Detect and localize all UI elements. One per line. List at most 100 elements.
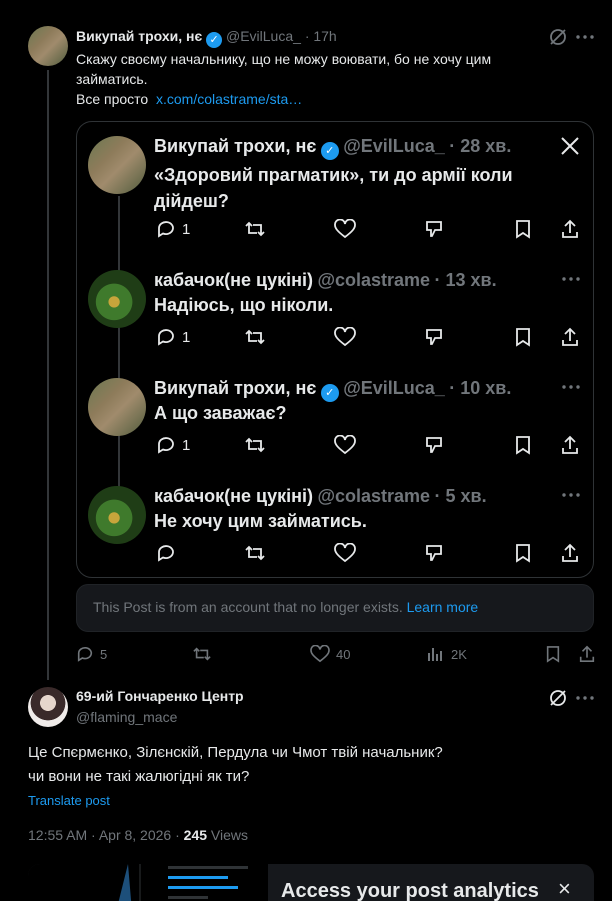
verified-icon: ✓ (206, 32, 223, 48)
more-icon[interactable] (576, 696, 594, 700)
like-button[interactable]: 40 (310, 645, 350, 663)
embed-time: · 13 хв. (434, 270, 497, 290)
reply-icon (156, 543, 176, 563)
share-icon (578, 645, 596, 663)
embed-handle: @EvilLuca_ (343, 136, 445, 156)
reply-count: 1 (182, 436, 191, 454)
embed-time: · 28 хв. (449, 136, 512, 156)
retweet-icon (244, 435, 266, 455)
retweet-button[interactable] (192, 645, 212, 663)
more-icon[interactable] (576, 35, 594, 39)
retweet-icon (244, 543, 266, 563)
verified-icon: ✓ (320, 384, 339, 402)
embed-author-name: кабачок(не цукіні) (154, 486, 313, 506)
verified-icon: ✓ (320, 142, 339, 160)
views-button[interactable]: 2K (427, 645, 467, 663)
avatar (88, 270, 146, 328)
post-text-line: Це Спєрмєнко, Зілєнскій, Пердула чи Чмот… (28, 744, 443, 761)
reply-count: 1 (182, 328, 191, 346)
close-icon[interactable]: × (558, 876, 571, 901)
reply-icon: 1 (156, 219, 190, 239)
author-handle[interactable]: @flaming_mace (76, 709, 177, 725)
x-logo-icon (560, 136, 580, 156)
embed-thread-connector (118, 196, 120, 488)
post-text-line: Скажу своєму начальнику, що не можу воюв… (76, 51, 492, 67)
analytics-preview-graphic (28, 864, 268, 901)
views-label: Views (207, 827, 248, 843)
post-text-line: Все просто (76, 91, 149, 107)
embed-handle: @colastrame (317, 486, 431, 506)
downvote-icon (424, 543, 444, 563)
like-icon (334, 543, 356, 563)
post-link[interactable]: x.com/colastrame/sta… (156, 91, 302, 107)
bookmark-icon (514, 219, 532, 239)
more-icon (562, 493, 580, 497)
avatar (88, 378, 146, 436)
downvote-icon (424, 219, 444, 239)
post-text-line: займатись. (76, 71, 148, 87)
avatar[interactable] (28, 687, 68, 727)
bookmark-icon (514, 435, 532, 455)
share-button[interactable] (578, 645, 596, 663)
embed-author-name: кабачок(не цукіні) (154, 270, 313, 290)
author-name[interactable]: Викупай трохи, нє (76, 28, 202, 44)
post-text-line: чи вони не такі жалюгідні як ти? (28, 768, 250, 785)
embed-text: Надіюсь, що ніколи. (154, 295, 334, 315)
downvote-icon (424, 327, 444, 347)
bookmark-icon (545, 645, 561, 663)
learn-more-link[interactable]: Learn more (407, 599, 479, 615)
author-name[interactable]: 69-ий Гончаренко Центр (76, 688, 244, 704)
views-count: 2K (451, 646, 467, 662)
embed-handle: @EvilLuca_ (343, 378, 445, 398)
embed-time: · 10 хв. (449, 378, 512, 398)
share-icon (560, 543, 580, 563)
embed-author-name: Викупай трохи, нє (154, 378, 317, 398)
reply-count: 5 (100, 646, 108, 662)
views-count: 245 (183, 827, 208, 843)
grok-icon[interactable] (548, 688, 568, 708)
avatar (88, 486, 146, 544)
author-handle[interactable]: @EvilLuca_ (226, 28, 301, 44)
thread-connector (47, 70, 49, 680)
avatar[interactable] (28, 26, 68, 66)
bookmark-button[interactable] (545, 645, 561, 663)
bookmark-icon (514, 327, 532, 347)
more-icon (562, 277, 580, 281)
reply-icon: 1 (156, 435, 190, 455)
reply-button[interactable]: 5 (76, 645, 107, 663)
like-icon (334, 219, 356, 239)
deleted-account-notice: This Post is from an account that no lon… (76, 584, 594, 632)
share-icon (560, 435, 580, 455)
embed-time: · 5 хв. (434, 486, 487, 506)
embed-text: А що заважає? (154, 403, 287, 423)
downvote-icon (424, 435, 444, 455)
more-icon (562, 385, 580, 389)
bookmark-icon (514, 543, 532, 563)
like-icon (334, 435, 356, 455)
views-icon (427, 645, 445, 663)
embed-handle: @colastrame (317, 270, 431, 290)
share-icon (560, 327, 580, 347)
notice-text: This Post is from an account that no lon… (93, 599, 403, 615)
embed-author-name: Викупай трохи, нє (154, 136, 317, 156)
avatar (88, 136, 146, 194)
retweet-icon (244, 327, 266, 347)
embed-text: дійдеш? (154, 191, 229, 211)
analytics-title: Access your post analytics (281, 880, 539, 901)
embed-text: «Здоровий прагматик», ти до армії коли (154, 165, 513, 185)
share-icon (560, 219, 580, 239)
reply-icon: 1 (156, 327, 190, 347)
retweet-icon (192, 645, 212, 663)
analytics-banner[interactable]: Access your post analytics × (28, 864, 594, 901)
translate-post-link[interactable]: Translate post (28, 793, 110, 808)
like-icon (310, 645, 330, 663)
grok-icon[interactable] (548, 27, 568, 47)
post-time[interactable]: · 17h (305, 28, 337, 44)
like-count: 40 (336, 646, 351, 662)
post-timestamp[interactable]: 12:55 AM · Apr 8, 2026 · (28, 827, 184, 843)
embed-text: Не хочу цим займатись. (154, 511, 367, 531)
reply-icon (76, 645, 94, 663)
like-icon (334, 327, 356, 347)
reply-count: 1 (182, 220, 191, 238)
retweet-icon (244, 219, 266, 239)
